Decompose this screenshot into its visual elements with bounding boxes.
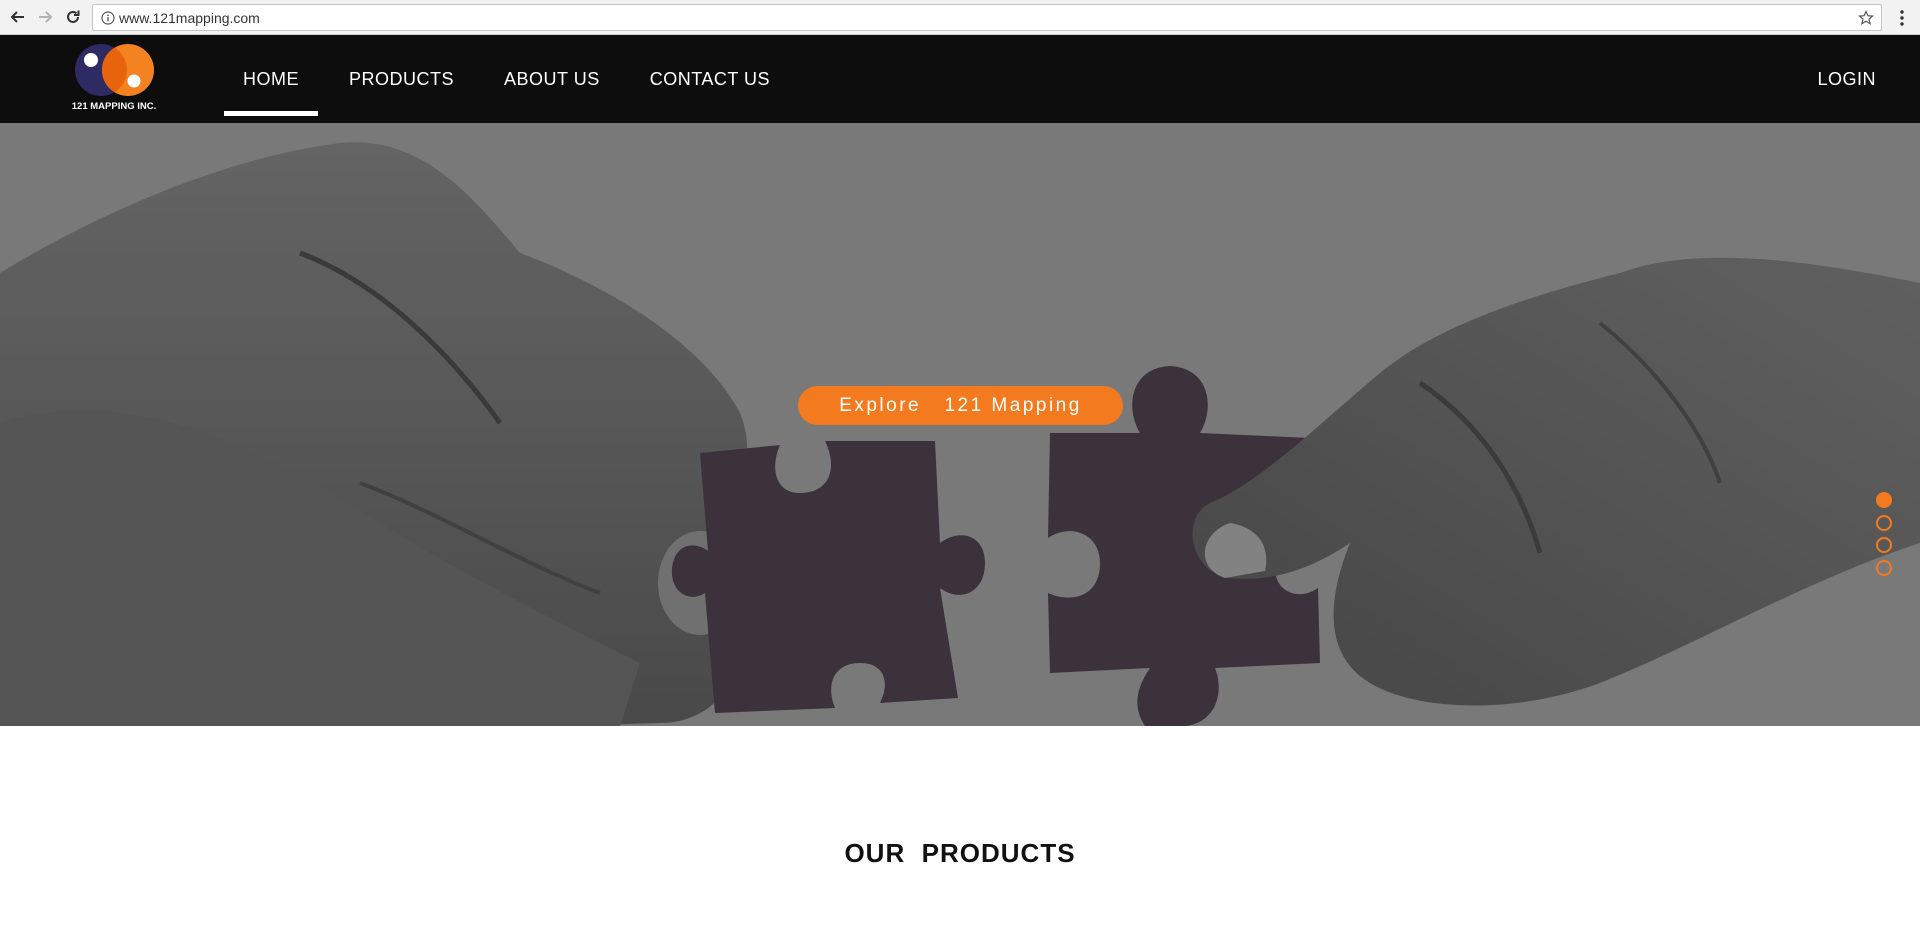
browser-toolbar: www.121mapping.com (0, 0, 1920, 35)
star-icon[interactable] (1857, 9, 1875, 27)
slide-dot-4[interactable] (1876, 559, 1892, 576)
vertical-dots-icon (1900, 10, 1904, 26)
nav-item-label: CONTACT US (649, 68, 771, 89)
info-icon[interactable] (100, 10, 116, 26)
forward-button[interactable] (33, 5, 57, 29)
site-header: 121 MAPPING INC. HOME PRODUCTS ABOUT US … (0, 35, 1920, 123)
reload-button[interactable] (61, 5, 85, 29)
hero-banner: Explore 121 Mapping (0, 123, 1920, 726)
nav-item-label: ABOUT US (504, 68, 600, 89)
nav-item-products[interactable]: PRODUCTS (330, 35, 473, 123)
slide-indicators (1876, 492, 1894, 582)
slide-dot-1[interactable] (1876, 492, 1892, 508)
arrow-left-icon (10, 11, 24, 23)
browser-menu-button[interactable] (1892, 7, 1912, 29)
login-link[interactable]: LOGIN (1817, 35, 1876, 123)
products-heading: OUR PRODUCTS (844, 838, 1076, 868)
slide-dot-3[interactable] (1876, 537, 1892, 553)
slide-dot-2[interactable] (1876, 514, 1892, 531)
nav-item-about-us[interactable]: ABOUT US (485, 35, 619, 123)
arrow-right-icon (39, 11, 53, 23)
nav-item-contact-us[interactable]: CONTACT US (631, 35, 789, 123)
reload-icon (67, 10, 80, 23)
company-logo[interactable]: 121 MAPPING INC. (68, 43, 160, 113)
nav-item-label: HOME (243, 68, 299, 89)
nav-item-label: PRODUCTS (349, 68, 455, 89)
url-text[interactable]: www.121mapping.com (119, 10, 260, 26)
nav-item-home[interactable]: HOME (224, 35, 318, 123)
logo-text: 121 MAPPING INC. (71, 101, 157, 112)
explore-button[interactable]: Explore 121 Mapping (798, 386, 1123, 425)
logo-mark-icon (75, 44, 154, 96)
back-button[interactable] (6, 5, 30, 29)
main-nav: HOME PRODUCTS ABOUT US CONTACT US (224, 35, 801, 123)
address-bar[interactable]: www.121mapping.com (92, 4, 1882, 31)
